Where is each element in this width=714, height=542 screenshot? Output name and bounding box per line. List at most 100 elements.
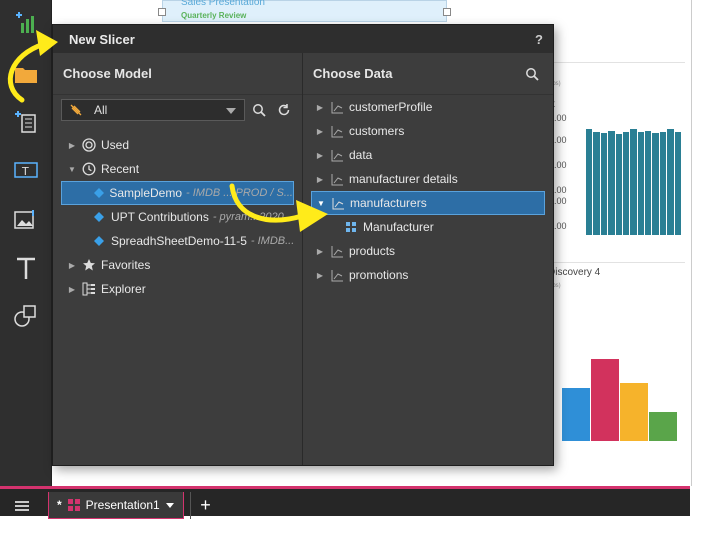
tree-item-promotions[interactable]: ▶ promotions [303,263,553,287]
choose-model-pane: Choose Model All ▶ Used ▼ Recent SampleD… [53,53,303,465]
pane-header: Choose Model [53,53,302,95]
hierarchy-icon [329,243,345,259]
choose-data-pane: Choose Data ▶ customerProfile ▶ customer… [303,53,553,465]
filter-value: All [94,103,108,117]
slide-title-box[interactable]: Sales Presentation Quarterly Review [162,0,447,22]
bar [600,133,608,235]
chevron-down-icon[interactable]: ▼ [67,165,77,174]
search-icon[interactable] [521,63,543,85]
chevron-right-icon[interactable]: ▶ [67,261,77,270]
bar [649,412,677,441]
tree-item-manufacturer-level[interactable]: Manufacturer [303,215,553,239]
model-icon [91,233,107,249]
model-icon [92,185,105,201]
chevron-down-icon[interactable]: ▼ [316,199,326,208]
chevron-right-icon[interactable]: ▶ [315,103,325,112]
tree-item-label: customerProfile [349,100,433,114]
bar [630,129,637,235]
tree-item-label: Used [101,138,130,152]
bar [645,130,652,235]
search-icon[interactable] [249,99,270,121]
star-icon [81,257,97,273]
tree-item-upt-contributions[interactable]: UPT Contributions - pyram...2020... [53,205,302,229]
text-icon[interactable] [10,252,42,284]
choose-data-heading: Choose Data [313,66,393,81]
help-button[interactable]: ? [535,32,543,47]
presentation-icon [66,497,82,513]
hierarchy-icon [329,123,345,139]
bar [562,387,590,441]
add-chart-icon[interactable] [10,8,42,40]
folder-icon[interactable] [10,58,42,90]
image-icon[interactable] [10,204,42,236]
tree-item-spreadsheetdemo[interactable]: SpreadhSheetDemo-11-5 - IMDB... [53,229,302,253]
tree-item-label: SpreadhSheetDemo-11-5 [111,234,247,248]
tree-item-label: manufacturers [350,196,427,210]
tree-item-manufacturers[interactable]: ▼ manufacturers [311,191,545,215]
tree-item-data[interactable]: ▶ data [303,143,553,167]
chevron-right-icon[interactable]: ▶ [315,175,325,184]
hierarchy-icon [329,171,345,187]
tree-item-customerprofile[interactable]: ▶ customerProfile [303,95,553,119]
bar [586,129,593,235]
bar-group [562,339,682,441]
tree-item-label: Explorer [101,282,146,296]
chevron-right-icon[interactable]: ▶ [67,285,77,294]
add-tab-button[interactable]: + [190,492,220,519]
bar [620,382,648,441]
bar [615,134,622,235]
bar [637,131,645,235]
chevron-right-icon[interactable]: ▶ [315,151,325,160]
tree-item-label: SampleDemo [109,186,183,200]
bar [652,133,659,235]
tree-item-explorer[interactable]: ▶ Explorer [53,277,302,301]
hierarchy-icon [330,195,346,211]
tab-presentation[interactable]: * Presentation1 [48,492,184,519]
tree-item-label: products [349,244,396,258]
filter-icon [68,102,84,118]
bar [659,131,667,235]
tree-item-used[interactable]: ▶ Used [53,133,302,157]
model-filter-row: All [53,97,302,123]
tree-item-manufacturer-details[interactable]: ▶ manufacturer details [303,167,553,191]
unsaved-marker: * [57,498,62,512]
add-slicer-icon[interactable] [10,106,42,138]
tree-item-favorites[interactable]: ▶ Favorites [53,253,302,277]
tree-item-products[interactable]: ▶ products [303,239,553,263]
text-slicer-icon[interactable]: T [10,154,42,186]
pane-header: Choose Data [303,53,553,95]
chevron-right-icon[interactable]: ▶ [315,127,325,136]
tree-item-recent[interactable]: ▼ Recent [53,157,302,181]
explorer-icon [81,281,97,297]
chevron-right-icon[interactable]: ▶ [315,271,325,280]
bar [591,359,619,441]
chevron-down-icon[interactable] [165,502,174,508]
tree-item-customers[interactable]: ▶ customers [303,119,553,143]
resize-handle[interactable] [158,8,166,16]
tab-strip: * Presentation1 + [0,486,690,519]
slide-title: Sales Presentation [181,0,265,8]
tree-item-label: manufacturer details [349,172,458,186]
level-icon [343,219,359,235]
bottom-tab-bar: * Presentation1 + [0,486,714,542]
chevron-right-icon[interactable]: ▶ [315,247,325,256]
dialog-header: New Slicer ? [53,25,553,53]
tree-item-meta: - IMDB... [250,235,295,247]
shapes-icon[interactable] [10,300,42,332]
tree-item-sampledemo[interactable]: SampleDemo - IMDB ... PROD / S... [61,181,294,205]
model-filter-dropdown[interactable]: All [61,99,245,121]
tree-item-label: customers [349,124,405,138]
tree-item-label: Recent [101,162,140,176]
tab-label: Presentation1 [85,498,160,512]
tree-item-label: promotions [349,268,409,282]
refresh-icon[interactable] [273,99,294,121]
model-tree: ▶ Used ▼ Recent SampleDemo - IMDB ... PR… [53,133,302,301]
new-slicer-dialog: New Slicer ? Choose Model All ▶ Used ▼ R… [52,24,554,466]
menu-icon[interactable] [0,492,44,519]
data-tree: ▶ customerProfile ▶ customers ▶ data ▶ m… [303,95,553,287]
resize-handle[interactable] [443,8,451,16]
chevron-right-icon[interactable]: ▶ [67,141,77,150]
bar-group [586,115,682,235]
tree-item-meta: - pyram...2020... [212,211,293,223]
tree-item-meta: - IMDB ... PROD / S... [186,187,293,199]
